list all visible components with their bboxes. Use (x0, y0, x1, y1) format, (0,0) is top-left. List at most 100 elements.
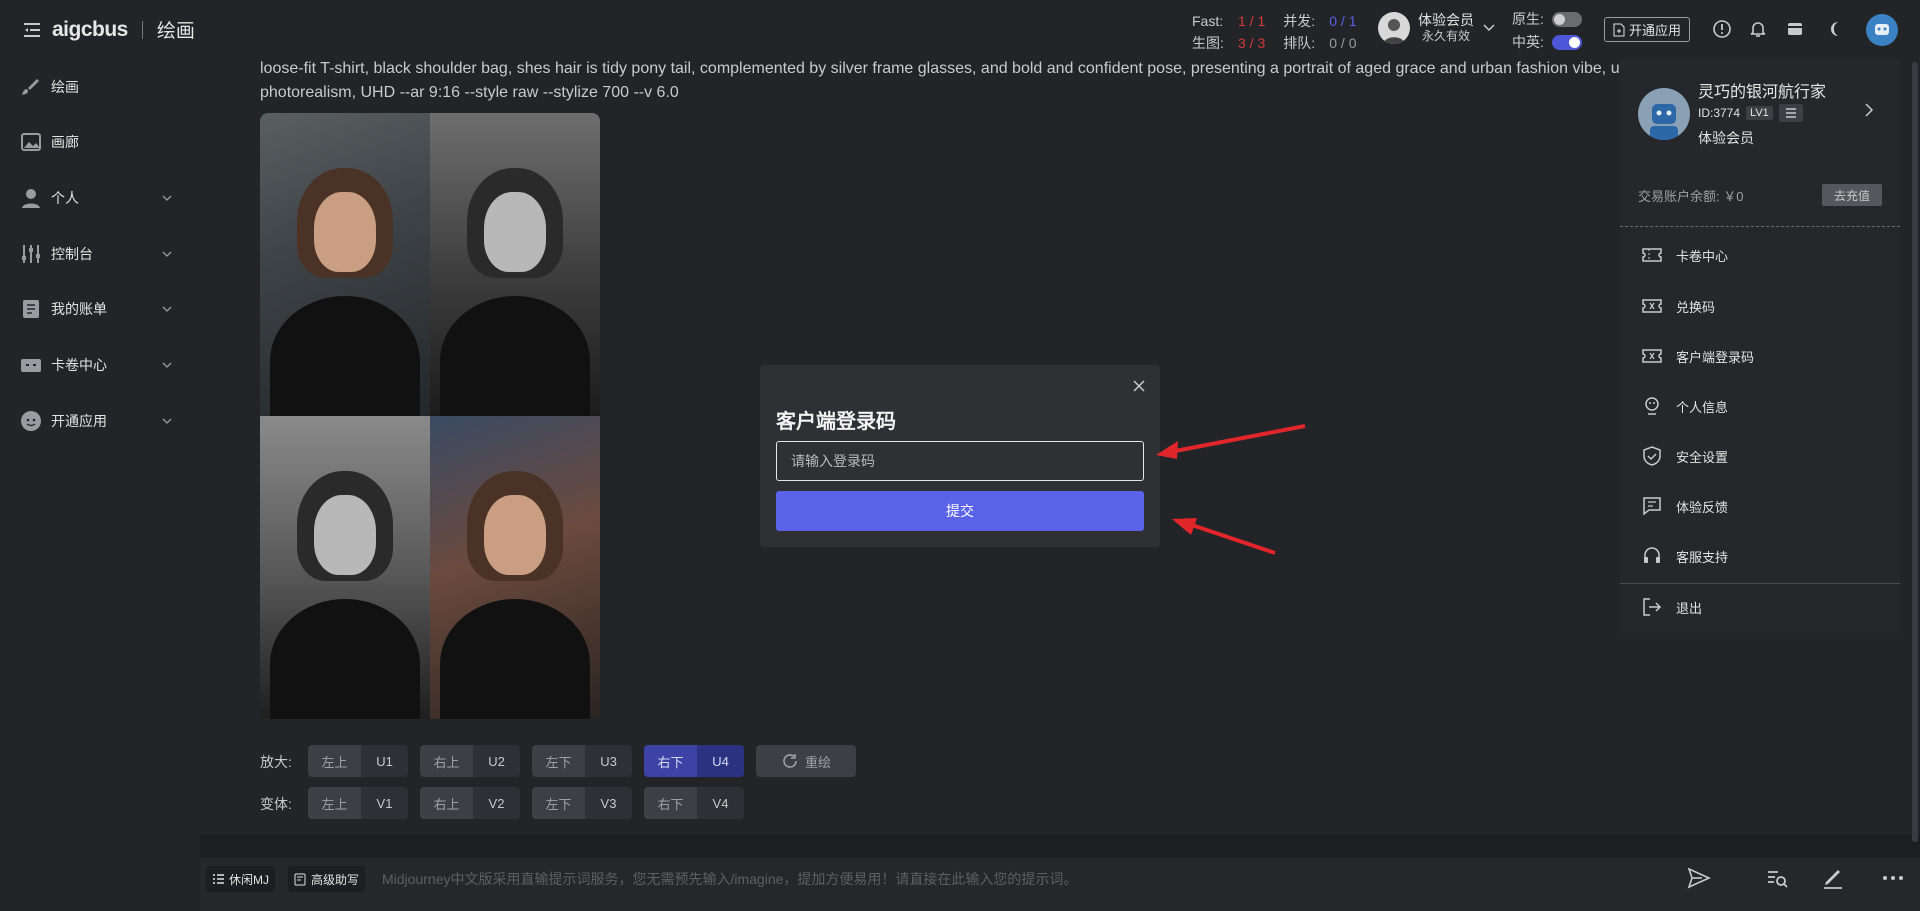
button-code: U4 (697, 745, 744, 777)
logout-button[interactable]: 退出 (1642, 594, 1882, 620)
button-position: 左上 (308, 745, 361, 777)
info-icon[interactable] (1712, 19, 1732, 39)
variation-v4-button[interactable]: 右下 V4 (644, 787, 744, 819)
profile-icon (1645, 397, 1659, 415)
sidebar-item-apps[interactable]: 开通应用 (20, 408, 180, 434)
menu-item-redeem[interactable]: 兑换码 (1642, 293, 1882, 319)
gen-label: 生图: (1192, 35, 1224, 51)
user-name: 灵巧的银河航行家 (1698, 84, 1827, 101)
concurrent-value: 0 / 1 (1329, 13, 1357, 29)
redeem-icon (1642, 299, 1662, 313)
upscale-u2-button[interactable]: 右上 U2 (420, 745, 520, 777)
fast-label: Fast: (1192, 13, 1224, 29)
button-code: V3 (585, 787, 632, 819)
modal-title: 客户端登录码 (776, 411, 896, 433)
wallet-icon[interactable] (1785, 19, 1805, 39)
top-bar: aigcbus 绘画 Fast: 1 / 1 并发: 0 / 1 生图: 3 / 3 … (0, 0, 1920, 58)
bell-icon[interactable] (1748, 19, 1768, 39)
user-avatar[interactable] (1866, 14, 1898, 46)
login-code-input[interactable] (776, 441, 1144, 481)
open-app-label: 开通应用 (1629, 23, 1682, 38)
logout-icon (1643, 598, 1662, 616)
login-code-modal: 客户端登录码 提交 (760, 365, 1160, 547)
hamburger-icon[interactable] (1778, 104, 1803, 122)
ticket-icon (1642, 248, 1662, 262)
menu-item-login-code[interactable]: 客户端登录码 (1642, 343, 1882, 369)
variation-v1-button[interactable]: 左上 V1 (308, 787, 408, 819)
sidebar-item-label: 个人 (51, 190, 79, 206)
person-icon (22, 189, 40, 208)
generated-image-grid[interactable] (260, 113, 600, 719)
quota-stats: Fast: 1 / 1 并发: 0 / 1 生图: 3 / 3 排队: 0 / 0 (1192, 10, 1357, 54)
annotation-arrow-icon (1172, 518, 1276, 555)
button-code: V1 (361, 787, 408, 819)
account-name: 体验会员 (1418, 12, 1474, 28)
variation-label: 变体: (260, 796, 292, 812)
variation-v3-button[interactable]: 左下 V3 (532, 787, 632, 819)
cn-en-toggle[interactable] (1551, 35, 1582, 50)
annotation-arrow-icon (1156, 424, 1306, 459)
divider (1620, 583, 1900, 584)
chevron-right-icon[interactable] (1864, 102, 1874, 118)
search-list-icon[interactable] (1764, 865, 1790, 891)
native-label: 原生: (1512, 11, 1544, 27)
upscale-u1-button[interactable]: 左上 U1 (308, 745, 408, 777)
sidebar-item-draw[interactable]: 绘画 (20, 74, 180, 100)
account-balance: 交易账户余额: ￥0 (1638, 189, 1744, 204)
menu-item-security[interactable]: 安全设置 (1642, 443, 1882, 469)
button-code: U2 (473, 745, 520, 777)
logo[interactable]: aigcbus (52, 18, 128, 42)
image-bottom-left (260, 416, 430, 719)
upscale-label: 放大: (260, 754, 292, 770)
queue-value: 0 / 0 (1329, 35, 1357, 51)
button-position: 右上 (420, 787, 473, 819)
scrollbar[interactable] (1912, 62, 1918, 842)
chevron-down-icon (162, 251, 172, 257)
chevron-down-icon (162, 306, 172, 312)
menu-item-card-center[interactable]: 卡卷中心 (1642, 242, 1882, 268)
redraw-button[interactable]: 重绘 (756, 745, 856, 777)
sidebar-item-console[interactable]: 控制台 (20, 241, 180, 267)
pen-icon[interactable] (1820, 865, 1846, 891)
sidebar-item-label: 绘画 (51, 79, 79, 95)
more-icon[interactable] (1880, 865, 1906, 891)
advanced-assist-chip[interactable]: 高级助写 (288, 866, 366, 892)
user-dropdown-panel: 灵巧的银河航行家 ID:3774 LV1 体验会员 交易账户余额: ￥0 去充值… (1620, 58, 1900, 633)
cn-en-label: 中英: (1512, 34, 1544, 50)
variation-v2-button[interactable]: 右上 V2 (420, 787, 520, 819)
recharge-button[interactable]: 去充值 (1822, 184, 1882, 206)
sidebar-item-cards[interactable]: 卡卷中心 (20, 352, 180, 378)
button-position: 左下 (532, 745, 585, 777)
prompt-input[interactable]: Midjourney中文版采用直输提示词服务，您无需预先输入/imagine，提… (382, 869, 1077, 889)
menu-item-feedback[interactable]: 体验反馈 (1642, 493, 1882, 519)
bill-icon (23, 300, 39, 318)
sidebar-item-personal[interactable]: 个人 (20, 185, 180, 211)
send-icon[interactable] (1686, 865, 1712, 891)
sidebar-item-gallery[interactable]: 画廊 (20, 129, 180, 155)
sidebar-item-bills[interactable]: 我的账单 (20, 296, 180, 322)
redraw-label: 重绘 (804, 754, 831, 770)
relax-mj-chip[interactable]: 休闲MJ (206, 866, 275, 892)
gallery-icon (21, 133, 41, 151)
menu-item-support[interactable]: 客服支持 (1642, 543, 1882, 569)
account-switcher[interactable]: 体验会员 永久有效 (1378, 12, 1496, 44)
moon-icon[interactable] (1825, 19, 1845, 39)
refresh-icon (783, 754, 797, 768)
menu-fold-icon[interactable] (22, 20, 42, 40)
upscale-u4-button[interactable]: 右下 U4 (644, 745, 744, 777)
divider (1620, 226, 1900, 227)
upscale-u3-button[interactable]: 左下 U3 (532, 745, 632, 777)
user-panel-avatar (1638, 88, 1690, 140)
menu-item-label: 个人信息 (1676, 399, 1729, 415)
concurrent-label: 并发: (1283, 13, 1316, 29)
user-id: ID:3774 (1698, 106, 1741, 120)
submit-button[interactable]: 提交 (776, 491, 1144, 531)
native-toggle[interactable] (1551, 12, 1582, 27)
sidebar-item-label: 控制台 (51, 246, 93, 262)
shield-icon (1643, 446, 1661, 466)
open-app-button[interactable]: 开通应用 (1604, 17, 1691, 42)
menu-item-label: 客服支持 (1676, 549, 1729, 565)
page-title: 绘画 (156, 21, 195, 42)
menu-item-profile[interactable]: 个人信息 (1642, 393, 1882, 419)
close-icon[interactable] (1132, 379, 1146, 393)
